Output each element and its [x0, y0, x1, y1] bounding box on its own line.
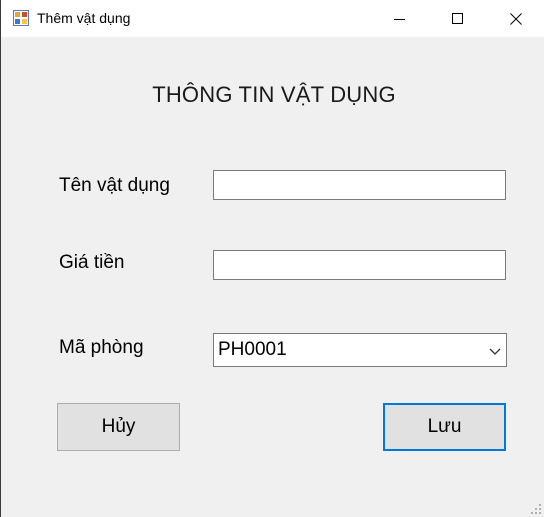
chevron-down-icon[interactable]: [488, 344, 502, 358]
dialog-window: Thêm vật dụng THÔNG TIN VẬT DỤNG Tên vật…: [0, 0, 544, 517]
form-heading-text: THÔNG TIN VẬT DỤNG: [152, 82, 396, 107]
price-label: Giá tiền: [59, 252, 125, 273]
room-code-selected-value: PH0001: [218, 339, 287, 360]
cancel-button-label: Hủy: [101, 416, 136, 437]
save-button[interactable]: Lưu: [383, 403, 506, 451]
price-input[interactable]: [213, 250, 506, 280]
form-heading: THÔNG TIN VẬT DỤNG: [1, 82, 544, 108]
room-code-dropdown[interactable]: PH0001: [213, 333, 507, 367]
save-button-label: Lưu: [427, 416, 462, 437]
item-name-input[interactable]: [213, 170, 506, 200]
title-bar[interactable]: Thêm vật dụng: [1, 0, 544, 37]
minimize-icon: [394, 18, 405, 20]
room-code-label: Mã phòng: [59, 337, 144, 358]
minimize-button[interactable]: [371, 0, 429, 37]
item-name-label: Tên vật dụng: [59, 175, 170, 196]
maximize-icon: [452, 12, 463, 24]
cancel-button[interactable]: Hủy: [57, 403, 180, 451]
maximize-button[interactable]: [429, 0, 487, 37]
app-window-icon: [13, 10, 29, 26]
resize-grip-icon[interactable]: [530, 503, 542, 515]
window-title: Thêm vật dụng: [37, 10, 131, 26]
close-button[interactable]: [487, 0, 544, 37]
close-icon: [510, 12, 522, 25]
